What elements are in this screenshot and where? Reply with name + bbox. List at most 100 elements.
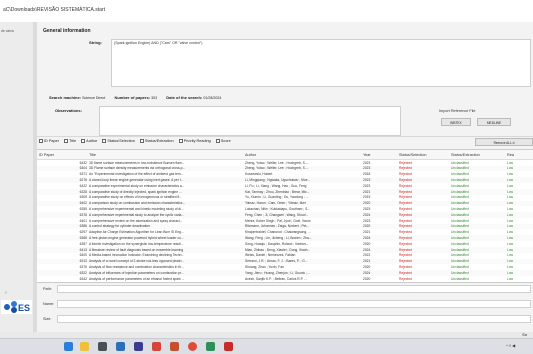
table-row[interactable]: 6376 A comprehensive experimental study t… (37, 212, 533, 218)
filter-status-selection[interactable]: Status/Selection (102, 139, 135, 143)
status-extraction-cell: Unclassified (451, 212, 469, 217)
table-row[interactable]: 6371 An "Experimental investigation of th… (37, 172, 533, 178)
status-selection-cell: Rejected (399, 212, 413, 217)
status-text: Sn (522, 332, 527, 337)
filter-status-extraction[interactable]: Status/Extraction (139, 139, 174, 143)
table-row[interactable]: 6328 A comparative study of directly inje… (37, 189, 533, 195)
system-tray[interactable]: ^ ◊ ◀ (506, 343, 515, 348)
filter-title[interactable]: Title (64, 139, 76, 143)
table-row[interactable]: 6422 A comparative experimental study on … (37, 183, 533, 189)
paper-id-cell: 6355 (79, 206, 87, 211)
table-row[interactable]: 6305 A comparative study on effects of ho… (37, 195, 533, 201)
main-panel: General information String: (Spark ignit… (37, 22, 533, 332)
title-cell: 3D Flame surface density measurements vi… (89, 166, 186, 171)
paper-id-cell: 6400 (79, 253, 87, 258)
column-header-status-extraction[interactable]: Status/Extraction (451, 153, 480, 157)
reading-cell: Low (507, 160, 514, 165)
title-cell: A comparative study on effects of homoge… (89, 195, 182, 200)
reading-cell: Low (507, 259, 514, 264)
title-cell: A comprehensive experimental and kinetic… (89, 206, 184, 211)
spreadsheet-icon[interactable] (206, 342, 215, 351)
filter-id-paper[interactable]: ID Paper (39, 139, 59, 143)
year-cell: 2019 (363, 195, 371, 200)
table-row[interactable]: 6357 A kinetic investigation on the syner… (37, 241, 533, 247)
table-row[interactable]: 6432 3D flame surface measurements in low… (37, 160, 533, 166)
table-row[interactable]: 6276 A closed-loop linear engine generato… (37, 177, 533, 183)
medline-button[interactable]: MEDLINE (477, 118, 511, 126)
table-row[interactable]: 6342 Analysis of performance parameters o… (37, 276, 533, 282)
status-extraction-cell: Unclassified (451, 241, 469, 246)
author-cell: Song, Huaqiu ; Dauphin, Roland ; Vanhov.… (245, 241, 309, 246)
column-header-author[interactable]: Author (245, 153, 256, 157)
table-row[interactable]: 6386 A control strategy for cylinder deac… (37, 223, 533, 230)
checkbox-icon (178, 139, 183, 143)
year-cell: 2018 (363, 172, 371, 177)
year-cell: 2020 (363, 276, 371, 281)
status-selection-cell: Rejected (399, 270, 413, 275)
status-selection-cell: Rejected (399, 183, 413, 188)
name-field[interactable] (57, 300, 531, 308)
status-selection-cell: Rejected (399, 224, 413, 229)
bibtex-button[interactable]: BIBTEX (441, 118, 471, 126)
reading-cell: Low (507, 235, 514, 240)
file-explorer-icon[interactable] (80, 342, 89, 351)
chrome-icon[interactable] (188, 342, 197, 351)
title-cell: 3D flame surface measurements in low-tur… (89, 160, 185, 165)
column-header-year[interactable]: Year (363, 153, 371, 157)
filter-priority-reading[interactable]: Priority Reading (178, 139, 211, 143)
column-header-reading[interactable]: Rea (507, 153, 514, 157)
filter-author[interactable]: Author (81, 139, 97, 143)
search-string-field[interactable]: (Spark ignition Engine) AND ("Cars" OR "… (111, 39, 531, 87)
svg-text:ES: ES (18, 303, 30, 313)
checkbox-icon (81, 139, 86, 143)
observations-field[interactable] (99, 106, 401, 136)
author-cell: Zheng, Yutao ; Weller, Lee ; Hochgreb, S… (245, 166, 309, 171)
pdf-icon[interactable] (224, 342, 233, 351)
table-row[interactable]: 6365 A free-piston engine generator power… (37, 235, 533, 241)
status-selection-cell: Rejected (399, 253, 413, 258)
status-selection-cell: Rejected (399, 259, 413, 264)
table-row[interactable]: 6413 A literature review of fault diagnos… (37, 247, 533, 253)
column-header-id[interactable]: ID Paper (39, 153, 54, 157)
reading-cell: Low (507, 247, 514, 252)
task-view-icon[interactable] (98, 342, 107, 351)
title-cell: Analysis of performance parameters of an… (89, 276, 185, 281)
year-cell: 2024 (363, 270, 371, 275)
table-row[interactable]: 6313 Analysis of a novel concept of 2-str… (37, 258, 533, 265)
path-field[interactable] (57, 285, 531, 293)
status-extraction-cell: Unclassified (451, 270, 469, 275)
paper-id-cell: 6328 (79, 189, 87, 194)
column-header-status-selection[interactable]: Status/Selection (399, 153, 426, 157)
paper-id-cell: 6365 (79, 235, 87, 240)
status-extraction-cell: Unclassified (451, 259, 469, 264)
status-extraction-cell: Unclassified (451, 189, 469, 194)
table-row[interactable]: 6376 Analysis of flow resistance and comb… (37, 264, 533, 270)
status-extraction-cell: Unclassified (451, 224, 469, 229)
table-row[interactable]: 6297 Adaptive Air Charge Estimation Algor… (37, 230, 533, 236)
author-cell: Li, Mingqiang ; Ngwaka, Ugochukwu ; Moe.… (245, 177, 311, 182)
start-icon[interactable] (64, 342, 73, 351)
reading-cell: Low (507, 264, 514, 269)
table-row[interactable]: 6355 A comprehensive experimental and kin… (37, 206, 533, 212)
office-icon[interactable] (170, 342, 179, 351)
column-header-title[interactable]: Title (89, 153, 96, 157)
store-icon[interactable] (116, 342, 125, 351)
reading-cell: Low (507, 276, 514, 281)
filter-score[interactable]: Score (215, 139, 231, 143)
year-cell: 2023 (363, 177, 371, 182)
table-row[interactable]: 6322 Analysis of influences of injection … (37, 270, 533, 276)
table-row[interactable]: 6404 3D Flame surface density measurement… (37, 165, 533, 172)
size-field[interactable] (57, 315, 531, 323)
title-bar: aC\Downloads\REVISÃO SISTEMÁTICA.start (0, 0, 533, 22)
app-icon[interactable] (134, 342, 143, 351)
paper-id-cell: 6404 (79, 166, 87, 171)
table-row[interactable]: 6400 A Media-based Innovation Indicator: … (37, 253, 533, 259)
remove-all-button[interactable]: Remove ALL d (475, 138, 533, 146)
year-cell: 2024 (363, 212, 371, 217)
table-row[interactable]: 6402 A comparison study on combustion and… (37, 200, 533, 207)
status-selection-cell: Rejected (399, 201, 413, 206)
year-cell: 2023 (363, 183, 371, 188)
media-icon[interactable] (152, 342, 161, 351)
author-cell: Wang, Feng ; Lin, Jicheng ; Li, Bowen ; … (245, 235, 312, 240)
table-row[interactable]: 6401 A comprehensive review on the atomiz… (37, 218, 533, 224)
